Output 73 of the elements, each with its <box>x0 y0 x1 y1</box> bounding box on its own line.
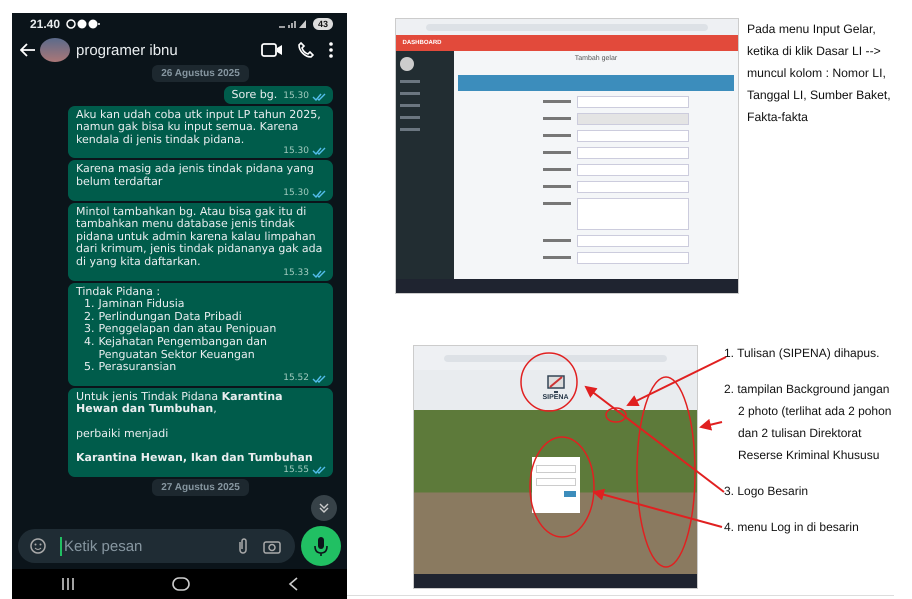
annotation-text: 1. Tulisan (SIPENA) dihapus. <box>724 345 880 362</box>
list-number: 3. <box>84 323 94 336</box>
list-item-text: Jaminan Fidusia <box>98 298 185 311</box>
sticker-icon[interactable] <box>30 538 46 554</box>
contact-avatar <box>40 38 70 62</box>
form-label <box>543 100 571 103</box>
form-field[interactable] <box>577 252 689 264</box>
list-item-text: Penggelapan dan atau Penipuan <box>98 323 276 336</box>
message-time: 15.52 <box>283 372 309 385</box>
date-chip: 26 Agustus 2025 <box>152 65 249 82</box>
list-item-text: Perasuransian <box>98 361 176 374</box>
list-number: 2. <box>84 310 94 324</box>
notification-icons <box>66 19 100 29</box>
form-label <box>543 168 571 171</box>
form-field[interactable] <box>577 96 689 108</box>
battery-level: 43 <box>312 18 333 30</box>
form-label <box>543 239 571 242</box>
form-label <box>543 151 571 154</box>
form-label <box>543 202 571 205</box>
form-field[interactable] <box>577 147 689 159</box>
recent-apps-icon[interactable] <box>60 578 75 590</box>
annotation-text: 3. Logo Besarin <box>724 483 810 500</box>
signal-icon <box>276 19 307 29</box>
form-field[interactable] <box>577 181 689 193</box>
message-input-bar[interactable]: Ketik pesan <box>18 529 295 563</box>
list-item-text: Kejahatan Pengembangan dan Penguatan Sektor Keuangan <box>98 336 268 362</box>
message-text: Sore bg. <box>232 89 278 102</box>
annotation-circle <box>605 407 627 423</box>
attachment-icon[interactable] <box>237 538 249 554</box>
caption-text: Pada menu Input Gelar, ketika di klik Dasar LI --> muncul kolom : Nomor LI, Tanggal LI, Sumber Baket, Fakta-fakta <box>747 21 892 126</box>
message-text: Untuk jenis Tindak Pidana Karantina Hewan dan Tumbuhan, <box>76 390 284 416</box>
annotation-circle <box>520 352 578 412</box>
form-label <box>543 134 571 137</box>
back-arrow-icon[interactable] <box>20 43 36 57</box>
form-field[interactable] <box>577 113 689 125</box>
message-text: Karantina Hewan, Ikan dan Tumbuhan <box>76 452 314 466</box>
message-text: Tindak Pidana : <box>76 286 162 298</box>
form-label <box>543 117 571 120</box>
microphone-button[interactable] <box>301 526 341 566</box>
phone-call-icon[interactable] <box>297 41 315 59</box>
message-time: 15.30 <box>283 90 309 103</box>
date-chip: 27 Agustus 2025 <box>152 479 249 496</box>
back-icon[interactable] <box>288 577 298 591</box>
list-number: 1. <box>84 298 94 311</box>
annotation-text: 2. tampilan Background jangan 2 photo (terlihat ada 2 pohon dan 2 tulisan Direktorat Reserse Kriminal Khususu <box>724 381 892 464</box>
home-icon[interactable] <box>172 577 190 591</box>
form-field[interactable] <box>577 198 689 230</box>
message-text: Mintol tambahkan bg. Atau bisa gak itu di tambahkan menu database jenis tindak pidana untuk admin karena kalau limpahan dari krimum, jenis tindak pidananya gak ada di yang kita daftarkan. <box>76 206 324 268</box>
monitor-logo-icon <box>546 374 566 394</box>
message-time: 15.33 <box>283 267 309 280</box>
status-time: 21.40 <box>30 17 60 31</box>
annotation-text: 4. menu Log in di besarin <box>724 519 860 536</box>
form-field[interactable] <box>577 164 689 176</box>
list-item-text: Perlindungan Data Pribadi <box>98 310 242 324</box>
video-call-icon[interactable] <box>261 43 283 57</box>
list-number: 4. <box>84 336 94 350</box>
login-form <box>532 457 580 513</box>
message-time: 15.30 <box>283 145 309 158</box>
contact-name[interactable]: programer ibnu <box>76 42 178 58</box>
menu-icon[interactable] <box>329 42 333 58</box>
form-field[interactable] <box>577 130 689 142</box>
scroll-down-button[interactable] <box>311 495 337 521</box>
list-number: 5. <box>84 361 94 374</box>
form-label <box>543 185 571 188</box>
form-field[interactable] <box>577 235 689 247</box>
message-input[interactable]: Ketik pesan <box>60 536 223 556</box>
camera-icon[interactable] <box>263 538 281 554</box>
message-text: perbaiki menjadi <box>76 428 170 440</box>
form-label <box>543 256 571 259</box>
message-text: Aku kan udah coba utk input LP tahun 2025, namun gak bisa ku input semua. Karena kendala di jenis tindak pidana. <box>76 108 322 146</box>
message-text: Karena masig ada jenis tindak pidana yang belum terdaftar <box>76 163 315 188</box>
message-time: 15.30 <box>283 187 309 200</box>
message-time: 15.55 <box>283 464 309 476</box>
